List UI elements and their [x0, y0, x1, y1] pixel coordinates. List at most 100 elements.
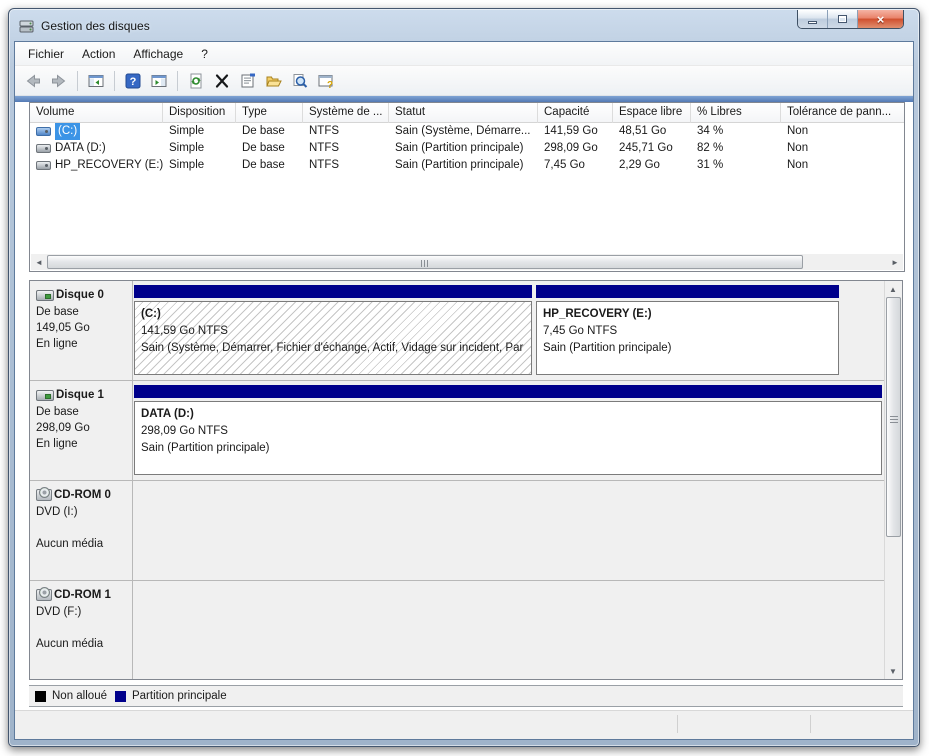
v-scrollbar-thumb[interactable]	[886, 297, 901, 537]
client-area: Fichier Action Affichage ? ? ? Vo	[14, 41, 914, 740]
status-bar	[15, 710, 913, 739]
cell-capacite: 141,59 Go	[538, 123, 613, 140]
volume-icon	[36, 144, 51, 153]
disk0-label-box[interactable]: Disque 0 De base 149,05 Go En ligne	[30, 281, 133, 380]
cell-fs: NTFS	[303, 123, 389, 140]
show-action-pane-button[interactable]	[147, 69, 171, 93]
toolbar-separator	[177, 71, 178, 91]
help-button[interactable]: ?	[121, 69, 145, 93]
column-header-capacite[interactable]: Capacité	[538, 103, 613, 123]
cdrom-icon	[36, 489, 52, 501]
partition-data[interactable]: DATA (D:) 298,09 Go NTFS Sain (Partition…	[134, 385, 882, 475]
partition-status: Sain (Partition principale)	[141, 440, 881, 457]
refresh-icon	[187, 72, 205, 90]
partition-bar	[536, 285, 839, 298]
cell-espace-libre: 48,51 Go	[613, 123, 691, 140]
help-topics-icon: ?	[317, 72, 335, 90]
cell-statut: Sain (Système, Démarre...	[389, 123, 538, 140]
column-header-pct-libres[interactable]: % Libres	[691, 103, 781, 123]
properties-icon	[239, 72, 257, 90]
properties-button[interactable]	[236, 69, 260, 93]
open-button[interactable]	[262, 69, 286, 93]
maximize-button[interactable]	[828, 10, 858, 28]
column-header-tolerance[interactable]: Tolérance de pann...	[781, 103, 904, 123]
partition-c[interactable]: (C:) 141,59 Go NTFS Sain (Système, Démar…	[134, 285, 532, 375]
table-row[interactable]: (C:) Simple De base NTFS Sain (Système, …	[30, 123, 904, 140]
toolbar-separator	[114, 71, 115, 91]
disk-type: De base	[36, 304, 130, 320]
help-topics-button[interactable]: ?	[314, 69, 338, 93]
status-separator	[810, 715, 811, 733]
view-button[interactable]	[288, 69, 312, 93]
scroll-right-arrow-icon[interactable]: ►	[887, 254, 903, 270]
column-header-statut[interactable]: Statut	[389, 103, 538, 123]
horizontal-scrollbar[interactable]: ◄ ►	[31, 254, 903, 270]
close-button[interactable]: ×	[858, 10, 903, 28]
partition-size: 298,09 Go NTFS	[141, 423, 881, 440]
help-icon: ?	[124, 72, 142, 90]
menu-aide[interactable]: ?	[192, 43, 217, 65]
table-row[interactable]: HP_RECOVERY (E:) Simple De base NTFS Sai…	[30, 157, 904, 174]
disk-type: De base	[36, 404, 130, 420]
menu-action[interactable]: Action	[73, 43, 124, 65]
partition-label: DATA (D:)	[141, 406, 881, 423]
back-button[interactable]	[21, 69, 45, 93]
forward-icon	[50, 72, 68, 90]
column-header-espace-libre[interactable]: Espace libre	[613, 103, 691, 123]
legend-item-primary-partition: Partition principale	[115, 690, 227, 702]
cell-tolerance: Non	[781, 157, 904, 174]
scroll-down-arrow-icon[interactable]: ▼	[885, 663, 901, 679]
disk0-graph: (C:) 141,59 Go NTFS Sain (Système, Démar…	[134, 281, 843, 380]
partition-hp-recovery[interactable]: HP_RECOVERY (E:) 7,45 Go NTFS Sain (Part…	[536, 285, 839, 375]
vertical-scrollbar[interactable]: ▲ ▼	[884, 281, 902, 679]
svg-text:?: ?	[327, 80, 333, 90]
v-scrollbar-track[interactable]	[885, 537, 902, 663]
volume-list-pane: Volume Disposition Type Système de ... S…	[29, 102, 905, 272]
forward-button[interactable]	[47, 69, 71, 93]
disk-status: En ligne	[36, 436, 130, 452]
cdrom1-label-box[interactable]: CD-ROM 1 DVD (F:) Aucun média	[30, 581, 133, 680]
volume-icon	[36, 127, 51, 136]
table-row[interactable]: DATA (D:) Simple De base NTFS Sain (Part…	[30, 140, 904, 157]
disk1-graph: DATA (D:) 298,09 Go NTFS Sain (Partition…	[134, 381, 886, 480]
column-header-disposition[interactable]: Disposition	[163, 103, 236, 123]
show-action-pane-icon	[150, 72, 168, 90]
legend-label: Partition principale	[132, 690, 227, 702]
partition-size: 7,45 Go NTFS	[543, 323, 838, 340]
disk-size: 298,09 Go	[36, 420, 130, 436]
window-controls: ×	[797, 10, 904, 29]
cell-tolerance: Non	[781, 140, 904, 157]
scroll-up-arrow-icon[interactable]: ▲	[885, 281, 901, 297]
minimize-button[interactable]	[798, 10, 828, 28]
menu-fichier[interactable]: Fichier	[19, 43, 73, 65]
cdrom-row-1: CD-ROM 1 DVD (F:) Aucun média	[30, 581, 902, 680]
disk-management-window: Gestion des disques × Fichier Action Aff…	[8, 8, 920, 747]
cell-pct-libres: 34 %	[691, 123, 781, 140]
refresh-button[interactable]	[184, 69, 208, 93]
toolbar: ? ?	[15, 66, 913, 96]
partition-box[interactable]: DATA (D:) 298,09 Go NTFS Sain (Partition…	[134, 401, 882, 475]
cdrom-row-0: CD-ROM 0 DVD (I:) Aucun média	[30, 481, 902, 581]
show-console-tree-button[interactable]	[84, 69, 108, 93]
h-scrollbar-thumb[interactable]	[47, 255, 803, 269]
disk-status: En ligne	[36, 336, 130, 352]
volume-name: DATA (D:)	[55, 140, 106, 157]
delete-button[interactable]	[210, 69, 234, 93]
menu-affichage[interactable]: Affichage	[124, 43, 192, 65]
partition-box[interactable]: HP_RECOVERY (E:) 7,45 Go NTFS Sain (Part…	[536, 301, 839, 375]
cell-type: De base	[236, 140, 303, 157]
cdrom0-label-box[interactable]: CD-ROM 0 DVD (I:) Aucun média	[30, 481, 133, 580]
column-header-volume[interactable]: Volume	[30, 103, 163, 123]
graphical-view-pane: Disque 0 De base 149,05 Go En ligne (C:)…	[29, 280, 903, 680]
column-header-type[interactable]: Type	[236, 103, 303, 123]
h-scrollbar-track[interactable]	[803, 254, 887, 270]
disk-row-1: Disque 1 De base 298,09 Go En ligne DATA…	[30, 381, 902, 481]
disk1-label-box[interactable]: Disque 1 De base 298,09 Go En ligne	[30, 381, 133, 480]
scroll-left-arrow-icon[interactable]: ◄	[31, 254, 47, 270]
disk-management-app-icon	[19, 18, 35, 34]
column-header-systeme[interactable]: Système de ...	[303, 103, 389, 123]
delete-icon	[213, 72, 231, 90]
partition-bar	[134, 385, 882, 398]
cell-capacite: 7,45 Go	[538, 157, 613, 174]
partition-box-selected[interactable]: (C:) 141,59 Go NTFS Sain (Système, Démar…	[134, 301, 532, 375]
